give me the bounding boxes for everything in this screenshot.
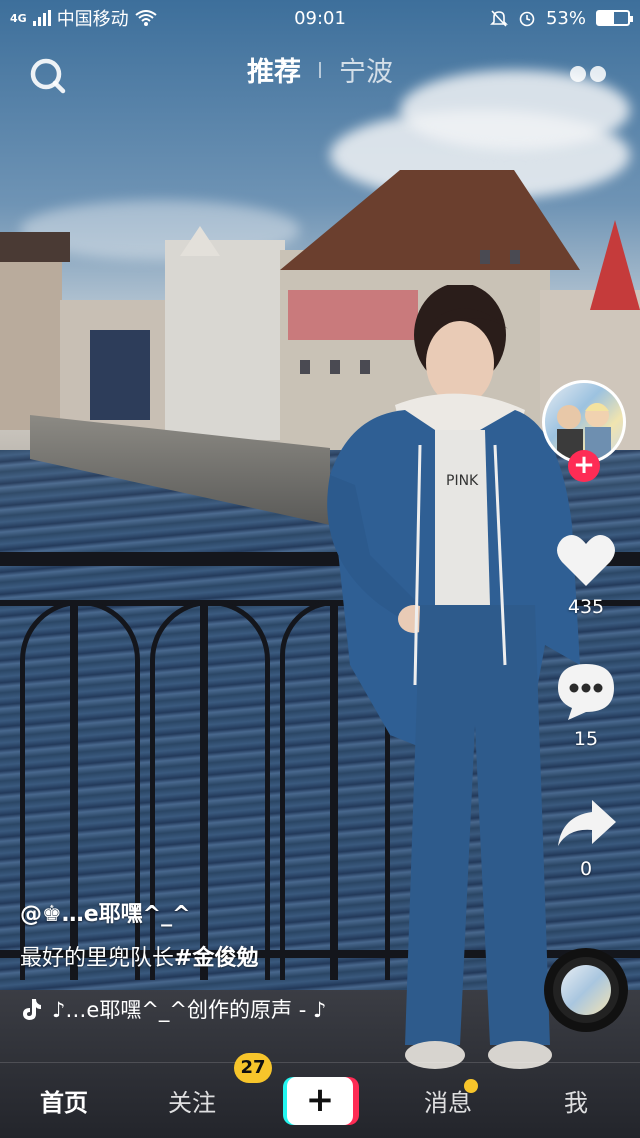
- window: [300, 360, 310, 374]
- feed-tabs: 推荐 宁波: [0, 50, 640, 89]
- battery-level: [598, 12, 614, 24]
- like-count: 435: [567, 596, 605, 618]
- status-bar: 4G 中国移动 09:01 53%: [0, 0, 640, 36]
- window: [480, 250, 490, 264]
- wifi-icon: [135, 10, 157, 26]
- share-action[interactable]: 0: [546, 796, 626, 880]
- music-disc-icon[interactable]: [544, 948, 628, 1032]
- tab-home[interactable]: 首页: [0, 1083, 128, 1118]
- roof: [590, 220, 640, 310]
- music-cover: [561, 965, 611, 1015]
- tab-divider: [319, 61, 321, 78]
- tab-me-label: 我: [564, 1089, 588, 1117]
- author-avatar-group[interactable]: +: [542, 380, 626, 482]
- window: [510, 250, 520, 264]
- description-text: 最好的里兜队长: [20, 946, 175, 971]
- share-icon[interactable]: [554, 796, 618, 852]
- tab-recommend[interactable]: 推荐: [247, 50, 301, 89]
- author-name[interactable]: @♚…e耶嘿^_^: [20, 896, 540, 930]
- alarm-icon: [519, 11, 535, 27]
- like-action[interactable]: 435: [546, 530, 626, 618]
- comment-count: 15: [573, 728, 599, 750]
- tab-messages[interactable]: 消息: [384, 1079, 512, 1118]
- bottom-tab-bar: 首页 关注 27 + 消息 我: [0, 1053, 640, 1138]
- comment-action[interactable]: 15: [546, 660, 626, 750]
- network-label: 4G: [10, 11, 27, 25]
- building: [90, 330, 150, 420]
- tab-messages-label: 消息: [424, 1089, 472, 1117]
- tab-create[interactable]: +: [256, 1076, 384, 1125]
- plus-icon: +: [287, 1076, 353, 1125]
- messages-dot: [464, 1079, 478, 1093]
- signal-icon: [32, 10, 51, 26]
- share-count: 0: [579, 858, 593, 880]
- tab-local-city[interactable]: 宁波: [339, 50, 393, 89]
- tiktok-note-icon: [23, 999, 41, 1020]
- comment-icon[interactable]: [554, 660, 618, 722]
- hashtag-link[interactable]: #金俊勉: [174, 946, 258, 971]
- carrier-name: 中国移动: [56, 9, 129, 30]
- mute-bell-icon: [490, 10, 508, 27]
- music-marquee[interactable]: ♪…e耶嘿^_^创作的原声 - ♪: [20, 994, 360, 1024]
- tab-me[interactable]: 我: [512, 1083, 640, 1118]
- svg-text:PINK: PINK: [446, 473, 479, 489]
- roof: [0, 232, 70, 262]
- building: [165, 240, 285, 440]
- battery-icon: [596, 10, 633, 26]
- follow-button[interactable]: +: [568, 450, 600, 482]
- battery-percent: 53%: [545, 7, 586, 29]
- tab-following-label: 关注: [168, 1089, 216, 1117]
- video-caption: @♚…e耶嘿^_^ 最好的里兜队长#金俊勉 ♪…e耶嘿^_^创作的原声 - ♪: [20, 896, 540, 1024]
- create-button[interactable]: +: [283, 1076, 359, 1125]
- top-nav: 推荐 宁波: [0, 44, 640, 100]
- building: [0, 250, 62, 430]
- video-description: 最好的里兜队长#金俊勉: [20, 940, 540, 972]
- music-title: ♪…e耶嘿^_^创作的原声 - ♪: [52, 998, 327, 1022]
- tab-following[interactable]: 关注 27: [128, 1053, 272, 1118]
- heart-icon[interactable]: [554, 530, 618, 590]
- tab-home-label: 首页: [40, 1089, 88, 1117]
- more-icon[interactable]: [570, 66, 606, 82]
